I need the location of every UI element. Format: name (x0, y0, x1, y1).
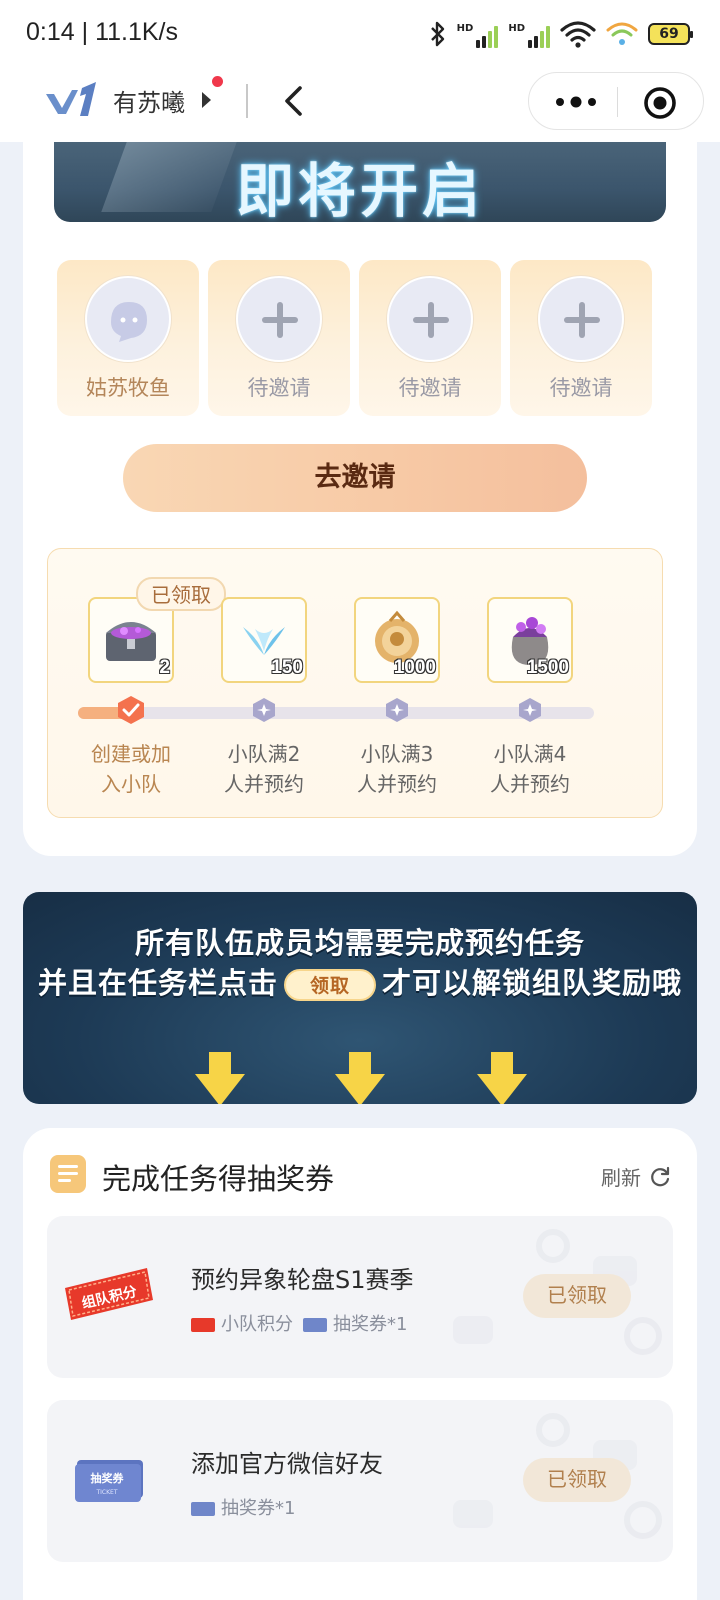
reward-count: 2 (159, 657, 170, 678)
slot-label: 待邀请 (247, 376, 311, 400)
capsule-divider (617, 87, 618, 117)
task-name: 添加官方微信好友 (191, 1450, 383, 1478)
stage-pending-icon (519, 698, 541, 722)
close-mini-program-icon[interactable] (642, 85, 678, 121)
claimed-button[interactable]: 已领取 (523, 1274, 631, 1318)
down-arrow-icon (335, 1052, 385, 1104)
team-slot-empty[interactable]: 待邀请 (510, 260, 652, 416)
refresh-label: 刷新 (601, 1166, 641, 1190)
ticket-mini-icon (303, 1318, 327, 1332)
status-time-speed: 0:14 | 11.1K/s (26, 18, 178, 47)
status-time: 0:14 (26, 18, 75, 46)
stage-pending-icon (253, 698, 275, 722)
status-net-speed: 11.1K/s (95, 18, 179, 46)
invite-button[interactable]: 去邀请 (123, 444, 587, 512)
refresh-button[interactable]: 刷新 (601, 1162, 671, 1191)
plus-icon (262, 302, 298, 338)
slot-label: 待邀请 (549, 376, 613, 400)
task-rewards: 小队积分 抽奖券*1 (191, 1310, 407, 1336)
claimed-tag: 已领取 (136, 577, 226, 611)
status-icons: HD HD 69 (429, 20, 693, 48)
slot-label: 姑苏牧鱼 (86, 376, 170, 400)
reward-team-points: 小队积分 (191, 1310, 293, 1336)
team-card: 即将开启 姑苏牧鱼 待邀请 待邀请 待邀请 去邀请 2 已领取 150 1000… (23, 142, 697, 856)
task-rewards: 抽奖券*1 (191, 1494, 295, 1520)
avatar-placeholder (236, 276, 322, 362)
notice-claim-pill: 领取 (284, 969, 376, 1001)
reward-lottery-ticket: 抽奖券*1 (303, 1310, 407, 1336)
team-points-mini-icon (191, 1318, 215, 1332)
reward-item[interactable]: 1500 (487, 597, 573, 683)
bluetooth-icon (430, 21, 444, 47)
coming-soon-banner: 即将开启 (54, 142, 666, 222)
lottery-ticket-icon: 抽奖券 TICKET (75, 1460, 143, 1502)
refresh-icon (651, 1166, 670, 1186)
stage-label: 小队满2 人并预约 (224, 742, 304, 796)
ticket-mini-icon (191, 1502, 215, 1516)
reward-count: 1000 (393, 657, 436, 678)
status-bar: 0:14 | 11.1K/s HD HD 69 (0, 0, 720, 70)
task-name: 预约异象轮盘S1赛季 (191, 1266, 414, 1294)
signal-icon-2: HD (508, 20, 550, 48)
task-item: 抽奖券 TICKET 添加官方微信好友 抽奖券*1 已领取 (47, 1400, 673, 1562)
stage-complete-icon (118, 696, 144, 724)
banner-title: 即将开启 (235, 157, 484, 222)
nav-divider (246, 84, 248, 118)
reward-item[interactable]: 1000 (354, 597, 440, 683)
task-section-title: 完成任务得抽奖券 (102, 1162, 335, 1196)
task-list-icon (50, 1155, 86, 1193)
stage-pending-icon (386, 698, 408, 722)
back-arrow-icon[interactable] (278, 84, 312, 118)
team-slot-member[interactable]: 姑苏牧鱼 (57, 260, 199, 416)
mini-program-capsule (528, 72, 704, 130)
team-slot-empty[interactable]: 待邀请 (208, 260, 350, 416)
team-notice-banner: 所有队伍成员均需要完成预约任务 并且在任务栏点击 领取 才可以解锁组队奖励哦 (23, 892, 697, 1104)
task-card: 完成任务得抽奖券 刷新 组队积分 预约异象轮盘S1赛季 小队积分 抽奖券*1 已… (23, 1128, 697, 1600)
slot-label: 待邀请 (398, 376, 462, 400)
team-reward-panel: 2 已领取 150 1000 1500 创建或加 入小队 小队满2 人并预约 小… (47, 548, 663, 818)
reward-count: 1500 (526, 657, 569, 678)
stage-label: 小队满4 人并预约 (490, 742, 570, 796)
ghost-avatar-icon (111, 302, 147, 342)
battery-icon: 69 (648, 23, 693, 45)
team-slot-empty[interactable]: 待邀请 (359, 260, 501, 416)
nav-app-name[interactable]: 有苏曦 (113, 83, 185, 118)
hotspot-icon (606, 22, 638, 45)
task-item: 组队积分 预约异象轮盘S1赛季 小队积分 抽奖券*1 已领取 (47, 1216, 673, 1378)
treasure-chest-icon (106, 622, 156, 661)
down-arrow-icon (477, 1052, 527, 1104)
reward-item[interactable]: 150 (221, 597, 307, 683)
status-separator: | (81, 18, 96, 46)
claimed-button[interactable]: 已领取 (523, 1458, 631, 1502)
down-arrow-icon (195, 1052, 245, 1104)
notification-dot (212, 76, 223, 87)
nav-expand-icon[interactable] (202, 92, 211, 108)
reward-count: 150 (271, 657, 303, 678)
notice-line-1: 所有队伍成员均需要完成预约任务 (134, 926, 585, 960)
avatar (85, 276, 171, 362)
plus-icon (564, 302, 600, 338)
team-slots: 姑苏牧鱼 待邀请 待邀请 待邀请 (57, 260, 657, 416)
notice-line-2: 并且在任务栏点击 领取 才可以解锁组队奖励哦 (37, 966, 683, 1001)
team-points-badge-icon: 组队积分 (65, 1268, 153, 1320)
avatar-placeholder (387, 276, 473, 362)
nav-bar: 有苏曦 (0, 70, 720, 142)
app-logo-icon (46, 82, 96, 116)
avatar-placeholder (538, 276, 624, 362)
wifi-icon (560, 21, 596, 48)
svg-text:抽奖券: 抽奖券 (91, 1471, 125, 1485)
stage-label: 小队满3 人并预约 (357, 742, 437, 796)
more-menu-icon[interactable] (551, 88, 601, 116)
reward-lottery-ticket: 抽奖券*1 (191, 1494, 295, 1520)
signal-icon-1: HD (457, 20, 499, 48)
plus-icon (413, 302, 449, 338)
stage-label: 创建或加 入小队 (91, 742, 171, 796)
svg-text:TICKET: TICKET (95, 1489, 117, 1496)
